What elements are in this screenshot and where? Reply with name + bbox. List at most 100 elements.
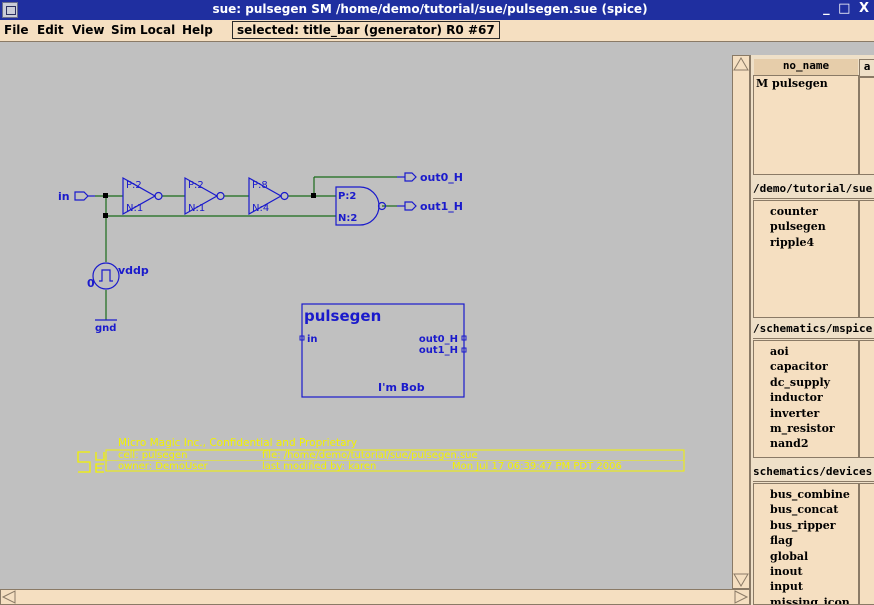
list-item[interactable]: bus_combine [770, 487, 858, 502]
junction-dot [311, 193, 316, 198]
window-menu-icon[interactable] [2, 2, 18, 18]
titleblock-company: Micro Magic Inc., Confidential and Propr… [118, 437, 357, 449]
source-name: vddp [118, 264, 149, 277]
symbol-pin-out0: out0_H [419, 334, 458, 345]
junction-dot [103, 193, 108, 198]
inverter-2-p-size: P:2 [188, 180, 204, 191]
panel-a-button[interactable]: a [859, 59, 874, 77]
input-port-symbol [74, 191, 89, 201]
library-panel: no_name a M pulsegen /demo/tutorial/sue … [750, 55, 874, 605]
list-item[interactable]: nand2 [770, 436, 858, 451]
menu-sim[interactable]: Sim [111, 23, 136, 37]
menu-file[interactable]: File [4, 23, 29, 37]
inverter-2-n-size: N:1 [188, 203, 205, 214]
selection-status: selected: title_bar (generator) R0 #67 [232, 21, 500, 39]
panel-header-no-name: no_name [754, 59, 858, 76]
panel-list-devices[interactable]: bus_combine bus_concat bus_ripper flag g… [753, 483, 859, 605]
titleblock-date: Mon Jul 17 06:39:47 PM PDT 2006 [452, 461, 622, 472]
list-item[interactable]: counter [770, 204, 858, 219]
pulse-source-vddp[interactable]: vddp 0 [87, 262, 149, 290]
sue-logo [77, 451, 105, 473]
list-item[interactable]: inverter [770, 406, 858, 421]
list-item[interactable]: capacitor [770, 359, 858, 374]
panel-list-no-name[interactable]: M pulsegen [753, 75, 859, 175]
title-block[interactable]: Micro Magic Inc., Confidential and Propr… [77, 437, 685, 473]
output-port-out0[interactable]: out0_H [397, 171, 463, 184]
panel-scrollbar[interactable] [859, 340, 874, 458]
menu-bar: File Edit View Sim Local Help selected: … [0, 20, 874, 42]
list-item[interactable]: M pulsegen [754, 76, 858, 91]
list-item[interactable]: nmos [770, 452, 858, 457]
inverter-1-n-size: N:1 [126, 203, 143, 214]
output-port-symbol [404, 172, 417, 182]
list-item[interactable]: input [770, 579, 858, 594]
panel-header-label: /schematics/mspice [753, 322, 873, 335]
panel-header-label: /demo/tutorial/sue [753, 182, 873, 195]
ground-label: gnd [95, 323, 116, 334]
panel-header-label: schematics/devices [753, 465, 873, 478]
inverter-3-n-size: N:4 [252, 203, 269, 214]
titleblock-modified-by: last modified by: karen [262, 461, 376, 472]
list-item[interactable]: aoi [770, 344, 858, 359]
output-port-out1[interactable]: out1_H [397, 200, 463, 213]
inverter-1[interactable]: P:2 N:1 [122, 176, 163, 216]
inverter-3-p-size: P:8 [252, 180, 268, 191]
menu-local[interactable]: Local [140, 23, 175, 37]
list-item[interactable]: bus_concat [770, 502, 858, 517]
panel-header-label: no_name [782, 59, 830, 72]
list-item[interactable]: pulsegen [770, 219, 858, 234]
list-item[interactable]: global [770, 549, 858, 564]
menu-view[interactable]: View [72, 23, 104, 37]
panel-header-devices: schematics/devices [753, 465, 874, 482]
symbol-title: pulsegen [304, 307, 381, 325]
pulse-wave-icon [99, 269, 113, 282]
output-label-out0: out0_H [420, 171, 463, 184]
canvas-vertical-scrollbar[interactable] [732, 55, 750, 589]
titleblock-file: file: /home/demo/tutorial/sue/pulsegen.s… [262, 450, 478, 461]
input-port[interactable]: in [58, 190, 95, 203]
panel-scrollbar[interactable] [859, 200, 874, 318]
schematic-canvas[interactable]: in P:2 N:1 P:2 N:1 P:8 N:4 P:2 N:2 out0_… [0, 42, 732, 589]
pulsegen-symbol[interactable]: pulsegen in out0_H out1_H I'm Bob [299, 303, 467, 398]
panel-list-mspice[interactable]: aoi capacitor dc_supply inductor inverte… [753, 340, 859, 458]
titleblock-cell: cell: pulsegen [118, 450, 187, 461]
list-item[interactable]: bus_ripper [770, 518, 858, 533]
scroll-up-arrow-icon[interactable] [733, 57, 749, 71]
inverter-1-p-size: P:2 [126, 180, 142, 191]
inverter-3[interactable]: P:8 N:4 [248, 176, 289, 216]
symbol-pin-out1: out1_H [419, 345, 458, 356]
source-value: 0 [87, 277, 95, 290]
list-item[interactable]: m_resistor [770, 421, 858, 436]
nand-p-size: P:2 [338, 191, 356, 202]
nand-gate[interactable]: P:2 N:2 [335, 186, 387, 226]
scroll-left-arrow-icon[interactable] [1, 590, 16, 604]
titleblock-owner: owner: DemoUser [118, 461, 209, 472]
input-label: in [58, 190, 70, 203]
ground-symbol[interactable]: gnd [95, 319, 117, 334]
window-title-bar[interactable]: sue: pulsegen SM /home/demo/tutorial/sue… [0, 0, 874, 20]
menu-edit[interactable]: Edit [37, 23, 64, 37]
panel-list-tutorial[interactable]: counter pulsegen ripple4 [753, 200, 859, 318]
inverter-2[interactable]: P:2 N:1 [184, 176, 225, 216]
list-item[interactable]: inout [770, 564, 858, 579]
list-item[interactable]: missing_icon [770, 595, 858, 604]
symbol-pin-in: in [307, 334, 318, 345]
window-controls[interactable]: _ □ X [823, 1, 871, 16]
menu-help[interactable]: Help [182, 23, 213, 37]
panel-scrollbar[interactable] [859, 483, 874, 605]
schematic-drawing[interactable]: in P:2 N:1 P:2 N:1 P:8 N:4 P:2 N:2 out0_… [0, 42, 732, 589]
scroll-down-arrow-icon[interactable] [733, 573, 749, 587]
panel-scrollbar[interactable] [859, 77, 874, 175]
list-item[interactable]: ripple4 [770, 235, 858, 250]
window-title: sue: pulsegen SM /home/demo/tutorial/sue… [212, 2, 648, 16]
symbol-note: I'm Bob [378, 381, 425, 394]
list-item[interactable]: flag [770, 533, 858, 548]
panel-header-mspice: /schematics/mspice [753, 322, 874, 339]
output-port-symbol [404, 201, 417, 211]
output-label-out1: out1_H [420, 200, 463, 213]
list-item[interactable]: inductor [770, 390, 858, 405]
list-item[interactable]: dc_supply [770, 375, 858, 390]
nand-n-size: N:2 [338, 213, 357, 224]
scroll-right-arrow-icon[interactable] [734, 590, 749, 604]
canvas-horizontal-scrollbar[interactable] [0, 589, 750, 605]
